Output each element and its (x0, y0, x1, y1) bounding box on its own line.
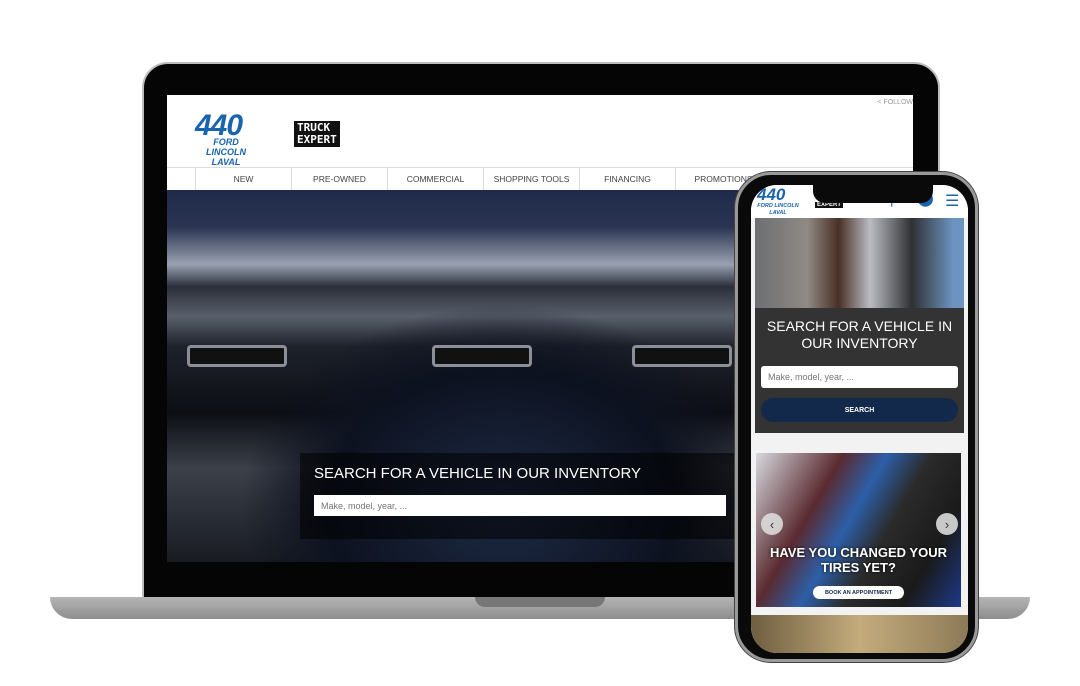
truck-expert-logo: TRUCK EXPERT (294, 121, 340, 147)
search-button[interactable]: SEARCH (761, 398, 958, 422)
dealership-photo (755, 218, 964, 308)
promo-carousel: ‹ › HAVE YOU CHANGED YOUR TIRES YET? BOO… (756, 453, 961, 607)
grille-slot (632, 345, 732, 367)
mobile-search-panel: SEARCH FOR A VEHICLE IN OUR INVENTORY SE… (755, 308, 964, 433)
mobile-site: 440 FORD LINCOLNLAVAL EXPERT ⚲ ⬤ ☰ SEARC… (751, 185, 968, 653)
grille-slot (187, 345, 287, 367)
follow-link[interactable]: < FOLLOW (877, 99, 913, 106)
book-appointment-button[interactable]: BOOK AN APPOINTMENT (813, 586, 904, 599)
logo-line2: LAVAL (769, 210, 787, 216)
laptop-notch (475, 597, 605, 607)
search-panel: SEARCH FOR A VEHICLE IN OUR INVENTORY (300, 453, 800, 539)
logo-line1: FORD LINCOLN (206, 137, 246, 157)
phone-notch (813, 185, 933, 203)
mobile-search-title: SEARCH FOR A VEHICLE IN OUR INVENTORY (766, 318, 953, 351)
logo-text: FORD LINCOLN LAVAL (195, 137, 257, 167)
nav-new[interactable]: NEW (195, 168, 291, 190)
search-input[interactable] (314, 495, 726, 516)
promo-title: HAVE YOU CHANGED YOUR TIRES YET? (770, 545, 947, 575)
nav-commercial[interactable]: COMMERCIAL (387, 168, 483, 190)
badge-line2: EXPERT (297, 133, 337, 146)
nav-financing[interactable]: FINANCING (579, 168, 675, 190)
carousel-prev-icon[interactable]: ‹ (761, 513, 783, 535)
phone-frame: 440 FORD LINCOLNLAVAL EXPERT ⚲ ⬤ ☰ SEARC… (735, 172, 978, 662)
nav-shopping-tools[interactable]: SHOPPING TOOLS (483, 168, 579, 190)
mobile-logo-text: FORD LINCOLN LAVAL (756, 203, 800, 217)
next-banner-image (751, 615, 968, 653)
carousel-next-icon[interactable]: › (936, 513, 958, 535)
mobile-logo-number[interactable]: 440 (757, 185, 785, 205)
follow-label: FOLLOW (883, 99, 913, 106)
logo-line1: FORD LINCOLN (757, 203, 799, 209)
menu-icon[interactable]: ☰ (945, 191, 959, 211)
mobile-search-input[interactable] (761, 366, 958, 388)
nav-pre-owned[interactable]: PRE-OWNED (291, 168, 387, 190)
grille-slot (432, 345, 532, 367)
logo-line2: LAVAL (211, 157, 241, 167)
search-title: SEARCH FOR A VEHICLE IN OUR INVENTORY (314, 465, 642, 482)
